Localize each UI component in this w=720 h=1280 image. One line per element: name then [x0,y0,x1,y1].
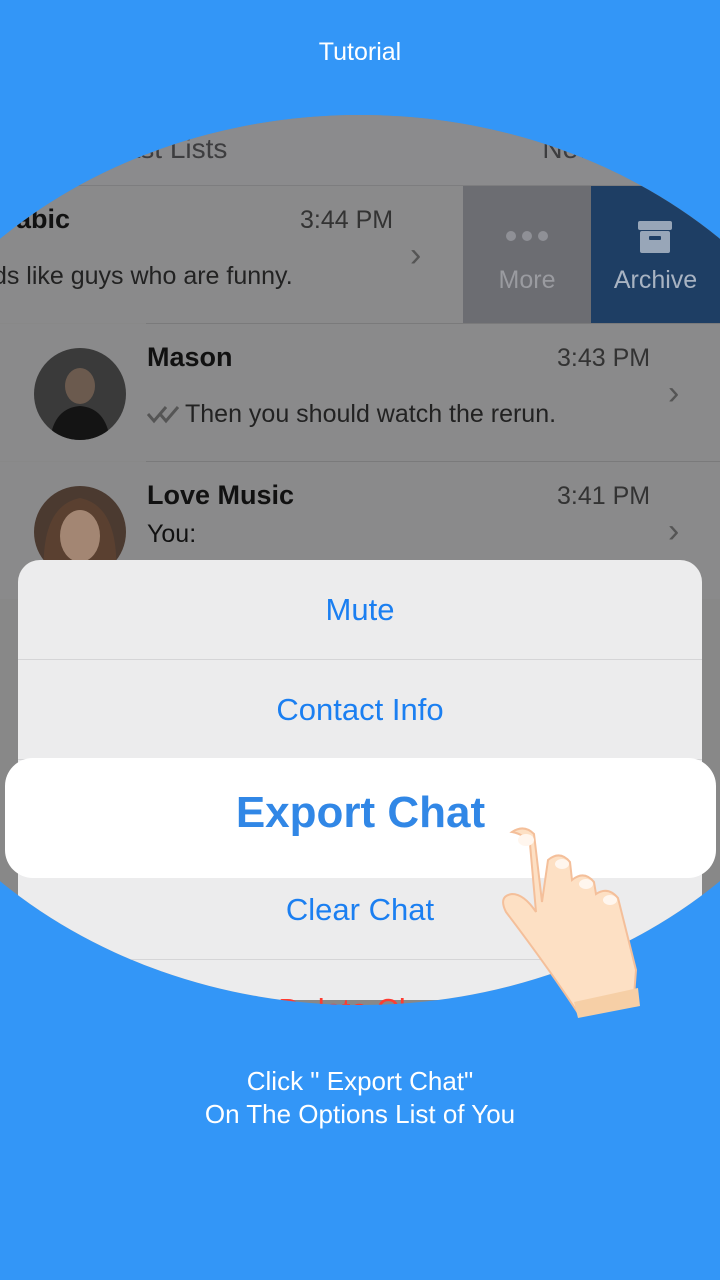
instruction-line-2: On The Options List of You [204,1099,516,1129]
archive-icon [638,221,672,253]
chat-name: Arabic [0,204,71,234]
more-action-button[interactable]: More [463,186,591,323]
avatar [34,348,126,440]
chat-list-toolbar: Broadcast Lists New Group [0,115,720,186]
contact-info-option[interactable]: Contact Info [18,660,702,760]
export-chat-label: Export Chat [235,788,486,837]
chat-preview: Ids like guys who are funny. [0,262,293,290]
instruction-line-1: Click " Export Chat" [246,1066,474,1096]
pointing-hand-icon [502,827,640,1018]
read-receipt-icon [147,406,180,424]
chat-name: Love Music [147,480,295,510]
chat-time: 3:43 PM [557,344,651,372]
chat-preview: You: [147,520,197,548]
chat-name: Mason [147,342,233,372]
more-label: More [498,266,556,294]
chevron-right-icon: › [410,236,422,274]
ellipsis-icon [506,231,548,241]
new-group-link[interactable]: New Group [542,133,684,165]
chat-row-mason[interactable]: Mason 3:43 PM Then you should watch the … [0,324,720,461]
broadcast-lists-link[interactable]: Broadcast Lists [36,133,227,165]
chat-time: 3:41 PM [557,482,651,510]
chevron-right-icon: › [668,512,680,550]
archive-action-button[interactable]: Archive [591,186,720,323]
chat-time: 3:44 PM [300,206,394,234]
tutorial-title: Tutorial [318,38,402,66]
mute-option[interactable]: Mute [18,560,702,660]
archive-label: Archive [613,266,698,294]
chevron-right-icon: › [668,374,680,412]
chat-preview: Then you should watch the rerun. [185,400,557,428]
